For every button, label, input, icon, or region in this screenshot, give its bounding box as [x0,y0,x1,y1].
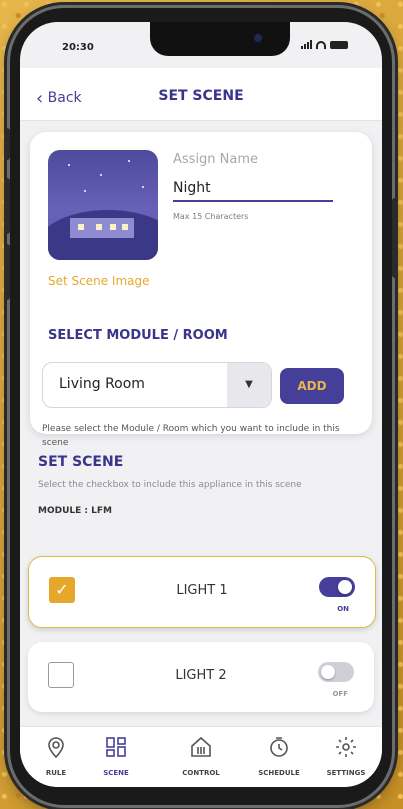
dropdown-selected-value: Living Room [59,376,145,392]
phone-notch [150,22,290,56]
battery-icon [330,40,348,49]
tab-label: SETTINGS [326,769,366,777]
wifi-icon [316,40,326,49]
volume-down-button [4,244,10,300]
module-select-hint: Please select the Module / Room which yo… [42,424,340,448]
scene-icon [106,737,126,757]
signal-icon [301,40,312,49]
scene-image[interactable] [48,150,158,260]
camera-icon [254,34,262,42]
bottom-tab-bar: RULE SCENE CONTROL SCHEDULE SETTINGS [20,726,382,787]
appliance-card-light-2[interactable]: LIGHT 2 OFF [28,642,374,712]
location-pin-icon [48,737,64,759]
toggle-state-label: ON [337,605,349,613]
status-icons [301,40,348,49]
volume-up-button [4,178,10,234]
assign-name-label: Assign Name [173,152,259,167]
scene-setup-card: Set Scene Image Assign Name Max 15 Chara… [30,132,372,448]
scene-name-input[interactable] [173,176,333,202]
toggle-knob [338,580,352,594]
tab-label: SCHEDULE [258,769,300,777]
add-module-button[interactable]: ADD [280,368,344,404]
set-scene-description: Select the checkbox to include this appl… [38,480,302,490]
status-time: 20:30 [62,42,94,53]
tab-label: SCENE [103,769,129,777]
power-button [392,198,398,278]
toggle-switch[interactable] [318,662,354,682]
gear-icon [336,737,356,757]
app-screen: 20:30 ‹ Back SET SCENE Set Scene Image A… [20,22,382,787]
set-scene-title: SET SCENE [38,454,124,470]
clock-icon [270,737,288,757]
set-scene-image-link[interactable]: Set Scene Image [48,274,150,288]
appliance-card-light-1[interactable]: ✓ LIGHT 1 ON [28,556,376,628]
page-title: SET SCENE [158,88,244,104]
select-module-title: SELECT MODULE / ROOM [48,328,228,343]
module-room-dropdown[interactable]: Living Room ▼ [42,362,272,408]
tab-scene[interactable]: SCENE [80,735,152,777]
tab-control[interactable]: CONTROL [165,735,237,777]
control-house-icon [191,736,211,757]
max-characters-hint: Max 15 Characters [173,212,249,221]
nav-header: ‹ Back SET SCENE [20,68,382,121]
module-label: MODULE : LFM [38,506,112,516]
tab-schedule[interactable]: SCHEDULE [243,735,315,777]
tab-label: CONTROL [182,769,220,777]
silent-switch [4,128,10,160]
toggle-switch[interactable] [319,577,355,597]
dropdown-arrow-icon[interactable]: ▼ [227,363,271,407]
toggle-state-label: OFF [332,690,348,698]
set-scene-section: SET SCENE Select the checkbox to include… [38,454,368,516]
tab-settings[interactable]: SETTINGS [310,735,382,777]
toggle-knob [321,665,335,679]
